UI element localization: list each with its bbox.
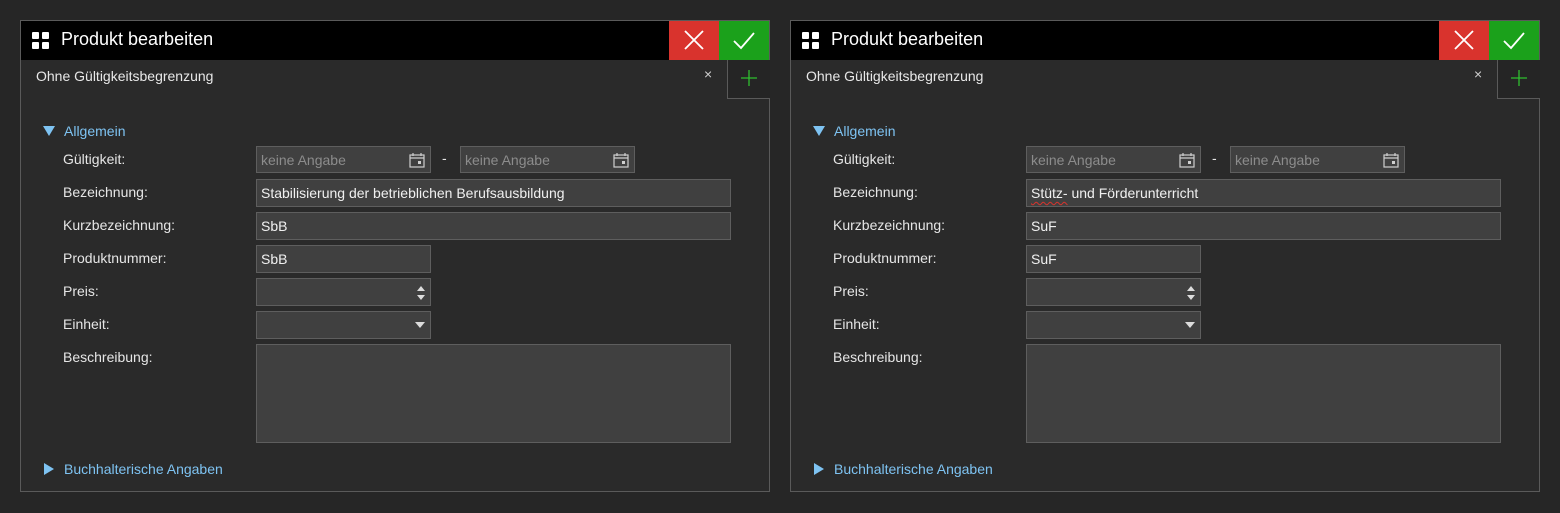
dialog-title: Produkt bearbeiten — [831, 29, 984, 49]
calendar-icon[interactable] — [1383, 153, 1399, 168]
check-icon — [1503, 32, 1525, 50]
name-label: Bezeichnung: — [63, 184, 148, 200]
section-accounting-label: Buchhalterische Angaben — [64, 461, 223, 477]
description-label: Beschreibung: — [63, 349, 153, 365]
cancel-button[interactable] — [669, 21, 719, 60]
grid-icon — [32, 32, 50, 50]
name-input[interactable]: Stütz- und Förderunterricht — [1026, 179, 1501, 207]
check-icon — [733, 32, 755, 50]
tab-label: Ohne Gültigkeitsbegrenzung — [36, 68, 214, 84]
price-label: Preis: — [63, 283, 99, 299]
short-name-input[interactable]: SbB — [256, 212, 731, 240]
triangle-down-icon — [813, 126, 825, 136]
description-label: Beschreibung: — [833, 349, 923, 365]
short-name-label: Kurzbezeichnung: — [833, 217, 946, 233]
calendar-icon[interactable] — [613, 153, 629, 168]
valid-to-placeholder: keine Angabe — [465, 152, 550, 168]
validity-label: Gültigkeit: — [833, 151, 896, 167]
product-number-input[interactable]: SuF — [1026, 245, 1201, 273]
dialog-titlebar: Produkt bearbeiten — [21, 21, 769, 60]
unit-label: Einheit: — [833, 316, 880, 332]
close-icon — [684, 30, 704, 50]
section-general-label: Allgemein — [64, 123, 126, 139]
name-rest: und Förderunterricht — [1067, 185, 1199, 201]
unit-select[interactable] — [1026, 311, 1201, 339]
short-name-input[interactable]: SuF — [1026, 212, 1501, 240]
plus-icon — [741, 70, 757, 86]
price-stepper[interactable] — [1026, 278, 1201, 306]
valid-to-date-picker[interactable]: keine Angabe — [1230, 146, 1405, 173]
confirm-button[interactable] — [1489, 21, 1539, 60]
triangle-down-icon — [43, 126, 55, 136]
tab-validity-period[interactable]: Ohne Gültigkeitsbegrenzung × — [21, 60, 727, 101]
add-tab-button[interactable] — [1497, 60, 1540, 99]
dialog-titlebar: Produkt bearbeiten — [791, 21, 1539, 60]
cancel-button[interactable] — [1439, 21, 1489, 60]
spinner-arrows-icon[interactable] — [416, 284, 426, 302]
valid-from-date-picker[interactable]: keine Angabe — [256, 146, 431, 173]
product-number-label: Produktnummer: — [833, 250, 937, 266]
spellcheck-word: Stütz- — [1031, 185, 1068, 201]
valid-from-placeholder: keine Angabe — [261, 152, 346, 168]
triangle-right-icon — [814, 463, 824, 475]
product-number-input[interactable]: SbB — [256, 245, 431, 273]
date-separator: - — [1212, 150, 1217, 166]
valid-from-placeholder: keine Angabe — [1031, 152, 1116, 168]
tab-label: Ohne Gültigkeitsbegrenzung — [806, 68, 984, 84]
name-input[interactable]: Stabilisierung der betrieblichen Berufsa… — [256, 179, 731, 207]
valid-from-date-picker[interactable]: keine Angabe — [1026, 146, 1201, 173]
name-label: Bezeichnung: — [833, 184, 918, 200]
description-textarea[interactable] — [1026, 344, 1501, 443]
triangle-right-icon — [44, 463, 54, 475]
spinner-arrows-icon[interactable] — [1186, 284, 1196, 302]
dialog-title: Produkt bearbeiten — [61, 29, 214, 49]
confirm-button[interactable] — [719, 21, 769, 60]
grid-icon — [802, 32, 820, 50]
section-accounting-label: Buchhalterische Angaben — [834, 461, 993, 477]
validity-label: Gültigkeit: — [63, 151, 126, 167]
plus-icon — [1511, 70, 1527, 86]
chevron-down-icon — [1185, 322, 1195, 328]
date-separator: - — [442, 150, 447, 166]
tab-validity-period[interactable]: Ohne Gültigkeitsbegrenzung × — [791, 60, 1497, 101]
valid-to-placeholder: keine Angabe — [1235, 152, 1320, 168]
tab-close-button[interactable]: × — [704, 67, 712, 81]
calendar-icon[interactable] — [409, 153, 425, 168]
chevron-down-icon — [415, 322, 425, 328]
close-icon — [1454, 30, 1474, 50]
product-number-label: Produktnummer: — [63, 250, 167, 266]
calendar-icon[interactable] — [1179, 153, 1195, 168]
short-name-label: Kurzbezeichnung: — [63, 217, 176, 233]
valid-to-date-picker[interactable]: keine Angabe — [460, 146, 635, 173]
description-textarea[interactable] — [256, 344, 731, 443]
unit-label: Einheit: — [63, 316, 110, 332]
product-edit-dialog: Produkt bearbeiten Ohne Gültigkeitsbegre… — [790, 20, 1540, 492]
section-general-label: Allgemein — [834, 123, 896, 139]
price-label: Preis: — [833, 283, 869, 299]
product-edit-dialog: Produkt bearbeiten Ohne Gültigkeitsbegre… — [20, 20, 770, 492]
add-tab-button[interactable] — [727, 60, 770, 99]
unit-select[interactable] — [256, 311, 431, 339]
price-stepper[interactable] — [256, 278, 431, 306]
tab-close-button[interactable]: × — [1474, 67, 1482, 81]
